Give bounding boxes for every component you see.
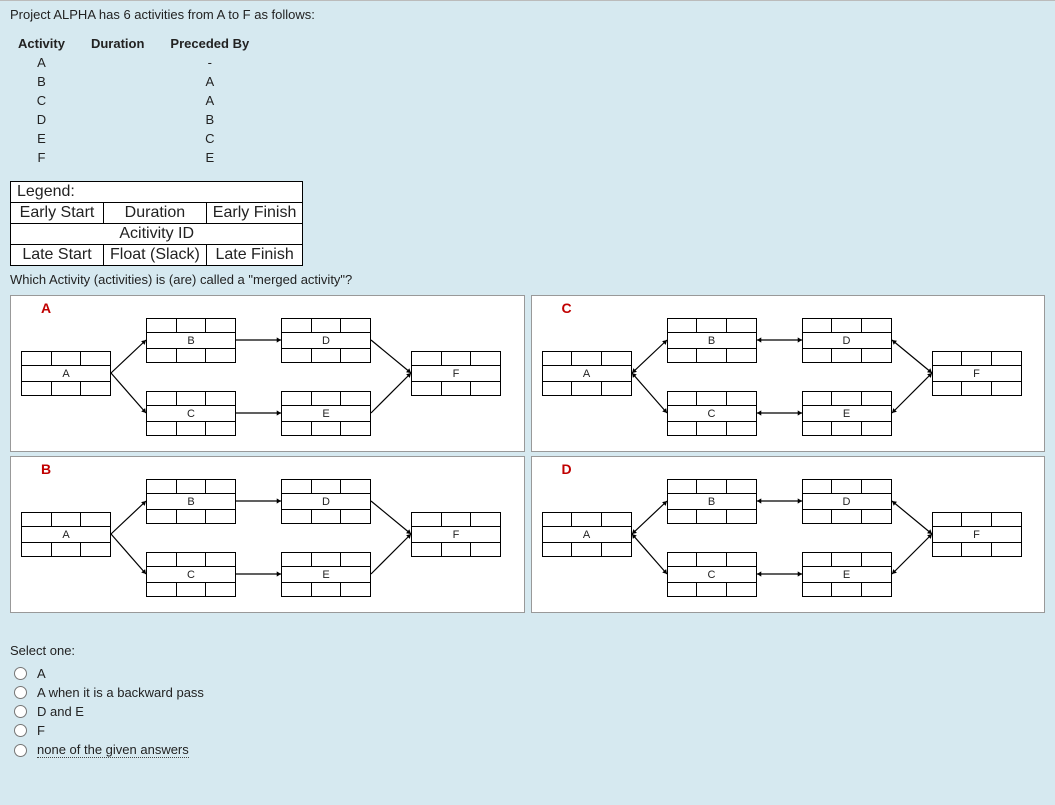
activity-node-d: D (802, 479, 892, 524)
option-a-radio[interactable] (14, 667, 27, 680)
activity-node-e: E (802, 391, 892, 436)
activity-node-b: B (146, 479, 236, 524)
activity-node-e: E (281, 391, 371, 436)
col-activity: Activity (10, 34, 83, 53)
option-e-label: none of the given answers (37, 742, 189, 758)
option-c-radio[interactable] (14, 705, 27, 718)
panel-c: C ABCDEF (531, 295, 1046, 452)
question-text: Which Activity (activities) is (are) cal… (10, 272, 1045, 287)
panel-b: B ABCDEF (10, 456, 525, 613)
activity-node-b: B (146, 318, 236, 363)
col-duration: Duration (83, 34, 162, 53)
activity-node-b: B (667, 318, 757, 363)
option-e-radio[interactable] (14, 744, 27, 757)
activity-node-e: E (802, 552, 892, 597)
option-d-radio[interactable] (14, 724, 27, 737)
activity-node-c: C (146, 552, 236, 597)
answers-block: Select one: A A when it is a backward pa… (10, 643, 1045, 760)
panel-a: A ABCDEF (10, 295, 525, 452)
activity-node-a: A (542, 351, 632, 396)
panel-d: D ABCDEF (531, 456, 1046, 613)
activity-node-f: F (932, 512, 1022, 557)
select-one-label: Select one: (10, 643, 1045, 658)
activity-node-a: A (21, 512, 111, 557)
intro-text: Project ALPHA has 6 activities from A to… (10, 7, 1045, 22)
activity-node-d: D (281, 318, 371, 363)
legend-title: Legend: (11, 182, 303, 203)
col-preceded: Preceded By (162, 34, 267, 53)
option-b-label: A when it is a backward pass (37, 685, 204, 700)
activity-node-f: F (932, 351, 1022, 396)
activity-node-b: B (667, 479, 757, 524)
activity-node-a: A (21, 351, 111, 396)
activity-node-f: F (411, 351, 501, 396)
activity-node-c: C (146, 391, 236, 436)
option-b-radio[interactable] (14, 686, 27, 699)
activity-node-d: D (281, 479, 371, 524)
activity-node-c: C (667, 391, 757, 436)
option-c-label: D and E (37, 704, 84, 719)
option-a-label: A (37, 666, 46, 681)
option-d-label: F (37, 723, 45, 738)
activity-node-c: C (667, 552, 757, 597)
legend-table: Legend: Early Start Duration Early Finis… (10, 181, 303, 266)
activity-node-e: E (281, 552, 371, 597)
activity-node-f: F (411, 512, 501, 557)
activity-node-a: A (542, 512, 632, 557)
activities-table: Activity Duration Preceded By A- BA CA D… (10, 34, 267, 167)
diagrams-grid: A ABCDEF C ABCDEF B ABCDEF D ABCDEF (10, 295, 1045, 613)
activity-node-d: D (802, 318, 892, 363)
